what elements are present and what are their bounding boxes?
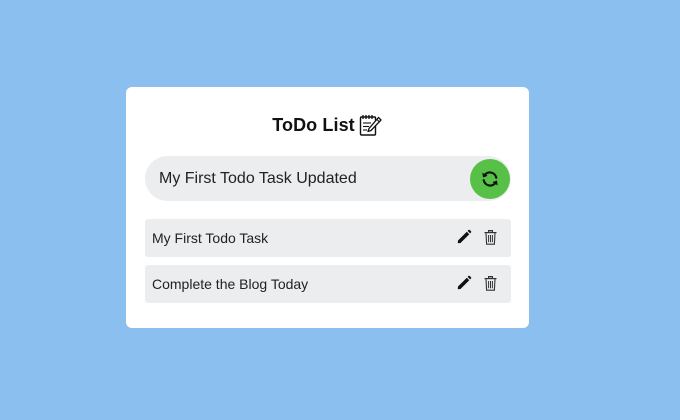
- todo-item-text: My First Todo Task: [152, 230, 269, 246]
- todo-card: ToDo List My First Todo Task Updated My …: [126, 87, 529, 328]
- todo-input[interactable]: [159, 156, 459, 201]
- pencil-icon[interactable]: [456, 274, 472, 292]
- header: ToDo List: [126, 111, 529, 139]
- notepad-pencil-icon: [357, 112, 383, 138]
- todo-item: Complete the Blog Today: [145, 265, 511, 303]
- todo-input-wrapper: [145, 156, 511, 201]
- todo-item-text: Complete the Blog Today: [152, 276, 309, 292]
- trash-icon[interactable]: [483, 228, 497, 246]
- todo-list: My First Todo Task Complete the Blog Tod…: [145, 219, 511, 311]
- pencil-icon[interactable]: [456, 228, 472, 246]
- update-todo-button[interactable]: [470, 159, 510, 199]
- todo-item: My First Todo Task: [145, 219, 511, 257]
- trash-icon[interactable]: [483, 274, 497, 292]
- page-title: ToDo List: [272, 114, 355, 135]
- sync-icon: [480, 169, 500, 189]
